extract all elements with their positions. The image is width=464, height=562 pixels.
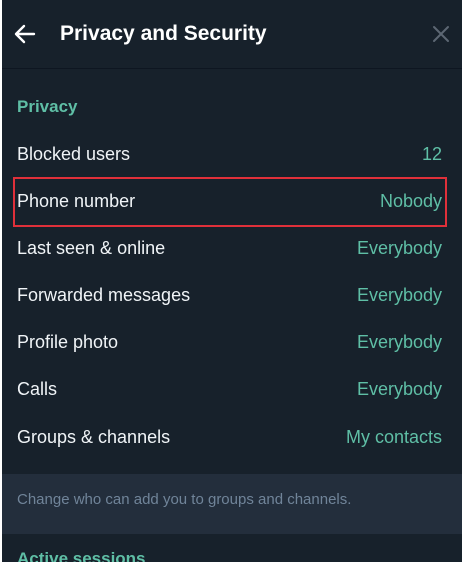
note-text: Change who can add you to groups and cha… bbox=[17, 491, 352, 508]
close-icon bbox=[433, 26, 449, 42]
row-label: Profile photo bbox=[17, 332, 119, 352]
row-label: Forwarded messages bbox=[17, 285, 191, 305]
row-label: Last seen & online bbox=[17, 238, 166, 258]
row-value: Nobody bbox=[379, 191, 442, 211]
groups-note: Change who can add you to groups and cha… bbox=[2, 474, 462, 534]
back-button[interactable] bbox=[10, 19, 40, 49]
phone-number-row[interactable]: Phone number Nobody bbox=[13, 177, 447, 227]
header-bar: Privacy and Security bbox=[2, 0, 462, 69]
close-button[interactable] bbox=[428, 21, 454, 47]
row-label: Calls bbox=[17, 379, 58, 399]
blocked-users-row[interactable]: Blocked users 12 bbox=[2, 131, 462, 178]
last-seen-row[interactable]: Last seen & online Everybody bbox=[2, 225, 462, 272]
row-label: Phone number bbox=[17, 191, 136, 211]
groups-channels-row[interactable]: Groups & channels My contacts bbox=[2, 414, 462, 461]
page-title: Privacy and Security bbox=[60, 22, 267, 45]
forwarded-messages-row[interactable]: Forwarded messages Everybody bbox=[2, 272, 462, 319]
settings-window: Privacy and Security Privacy Blocked use… bbox=[2, 0, 462, 562]
row-value: My contacts bbox=[345, 427, 442, 447]
row-value: Everybody bbox=[356, 238, 442, 258]
row-value: Everybody bbox=[356, 332, 442, 352]
row-label: Groups & channels bbox=[17, 427, 171, 447]
privacy-section-title: Privacy bbox=[17, 97, 78, 116]
row-value: Everybody bbox=[356, 285, 442, 305]
profile-photo-row[interactable]: Profile photo Everybody bbox=[2, 319, 462, 366]
row-value: 12 bbox=[421, 144, 442, 164]
active-sessions-section-title: Active sessions bbox=[17, 549, 146, 562]
row-label: Blocked users bbox=[17, 144, 131, 164]
arrow-left-icon bbox=[14, 24, 36, 44]
calls-row[interactable]: Calls Everybody bbox=[2, 366, 462, 413]
row-value: Everybody bbox=[356, 379, 442, 399]
